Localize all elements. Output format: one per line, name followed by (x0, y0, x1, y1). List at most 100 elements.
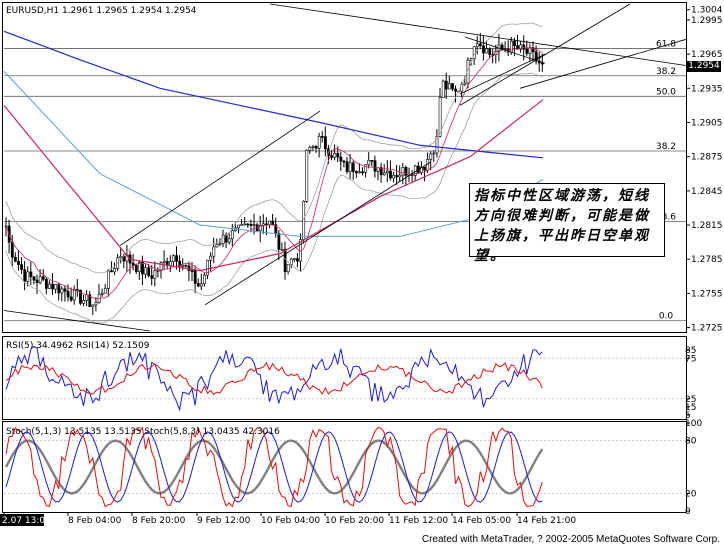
fib-label: 38.2 (656, 67, 676, 77)
fib-label: 50.0 (656, 87, 676, 97)
candle-body (447, 83, 451, 90)
candle-body (354, 171, 358, 174)
candle-body (358, 171, 361, 174)
candle-body (292, 258, 296, 260)
x-label: 14 Feb 21:00 (517, 516, 576, 526)
y-tick-label: 1.2905 (691, 118, 723, 128)
candle-body (404, 167, 408, 176)
y-tick-label: 1.2965 (691, 50, 723, 60)
candle-body (209, 255, 213, 261)
candle-body (200, 283, 203, 287)
candle-body (426, 159, 430, 171)
candle-body (283, 248, 287, 272)
candle-body (444, 80, 448, 90)
y-tick-label: 1.3004 (691, 6, 723, 16)
candle-body (94, 301, 98, 306)
candle-body (500, 44, 504, 50)
candle-body (277, 233, 281, 250)
candle-body (367, 160, 371, 166)
current-price-tag: 1.2954 (687, 60, 721, 72)
y-tick-label: 1.2725 (691, 324, 723, 334)
channel-upper (119, 110, 321, 246)
candle-body (339, 156, 343, 162)
candle-body (525, 48, 529, 54)
rsi-header: RSI(5) 34.4962 RSI(14) 52.1509 (6, 341, 150, 351)
candle-body (345, 161, 349, 172)
y-tick-label: 1.2875 (691, 153, 723, 163)
candle-body (231, 230, 234, 240)
candle-body (119, 256, 123, 259)
candle-body (20, 264, 24, 270)
candle-body (351, 162, 355, 172)
candle-body (38, 276, 42, 283)
candle-body (91, 304, 95, 307)
candle-body (54, 284, 58, 290)
candle-body (423, 166, 427, 171)
candle-body (172, 255, 175, 262)
stoch-tick-label: 0 (685, 507, 691, 517)
y-tick-label: 1.2785 (691, 255, 723, 265)
candle-body (51, 283, 55, 290)
candle-body (302, 201, 306, 240)
candle-body (82, 300, 86, 304)
y-tick-label: 1.2815 (691, 221, 723, 231)
candle-body (342, 160, 346, 163)
analysis-note-text: 指标中性区域游荡，短线方向很难判断，可能是做上扬旗，平出昨日空单观望。 (474, 188, 650, 264)
candle-body (110, 270, 113, 273)
candle-body (23, 269, 27, 282)
x-label: 9 Feb 12:00 (197, 516, 251, 526)
metatrader-chart: 61.838.250.038.223.60.0 EURUSD,H1 1.2961… (0, 2, 723, 526)
candle-body (320, 136, 324, 138)
candle-body (243, 223, 247, 226)
candle-body (308, 147, 312, 151)
candle-body (190, 270, 194, 272)
candle-body (323, 136, 327, 150)
analysis-note: 指标中性区域游荡，短线方向很难判断，可能是做上扬旗，平出昨日空单观望。 (469, 183, 665, 264)
candle-body (103, 288, 107, 294)
candle-body (389, 170, 392, 179)
candle-body (218, 243, 222, 245)
candle-body (29, 271, 33, 278)
candle-body (237, 224, 241, 229)
stoch-tick-label: 100 (685, 419, 702, 429)
candle-body (513, 40, 516, 46)
candle-body (162, 261, 166, 264)
candle-body (271, 220, 275, 225)
candle-body (169, 261, 172, 266)
candle-body (540, 62, 544, 65)
candle-body (454, 88, 458, 92)
candle-body (240, 223, 244, 226)
candle-body (144, 267, 148, 275)
candle-body (141, 262, 144, 275)
rsi-tick-label: 75 (685, 354, 696, 364)
stoch-tick-label: 80 (685, 437, 697, 447)
candle-body (134, 265, 138, 272)
candle-body (203, 274, 206, 285)
candle-body (100, 292, 104, 295)
x-label: 8 Feb 20:00 (132, 516, 186, 526)
candle-body (314, 145, 318, 149)
candle-body (398, 174, 402, 178)
bollinger-upper (5, 22, 543, 274)
candle-body (336, 153, 340, 158)
candle-body (252, 224, 256, 226)
x-label: 11 Feb 12:00 (389, 516, 448, 526)
candle-body (482, 45, 485, 54)
candle-body (296, 258, 299, 262)
candle-body (41, 276, 45, 280)
candle-body (429, 153, 433, 160)
candle-body (153, 270, 157, 279)
stoch-tick-label: 20 (685, 489, 697, 499)
candle-body (348, 162, 352, 172)
candle-body (246, 223, 250, 226)
candle-body (35, 279, 39, 283)
candle-body (280, 248, 284, 251)
candle-body (10, 241, 14, 258)
ma-pink (3, 99, 544, 272)
channel-lower (204, 162, 431, 306)
x-label: 2.07 13:00 (2, 516, 51, 526)
candle-body (370, 160, 374, 162)
candle-body (509, 40, 513, 53)
candle-body (193, 270, 197, 284)
candle-body (311, 145, 315, 148)
